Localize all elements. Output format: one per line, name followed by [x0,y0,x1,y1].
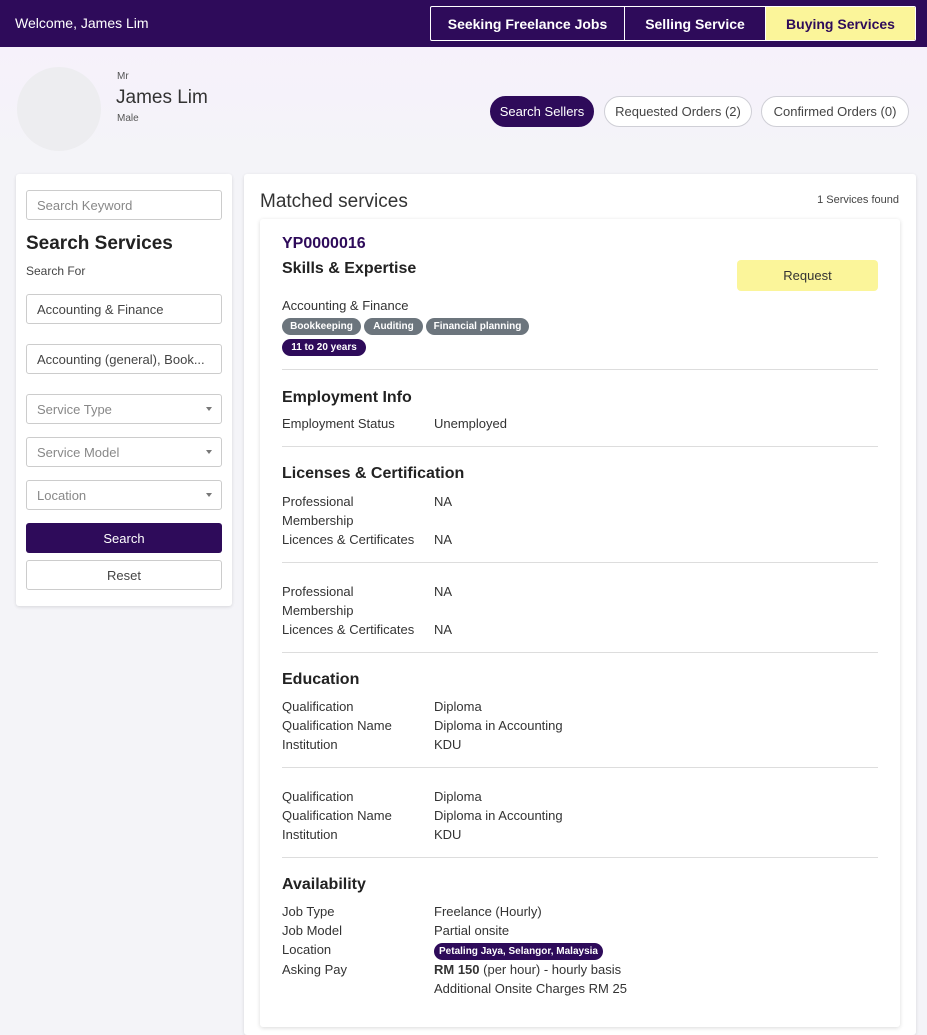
location-placeholder: Location [37,487,87,503]
avatar [17,67,101,151]
service-model-placeholder: Service Model [37,444,120,460]
qualification-label: Qualification [282,699,354,714]
search-sidebar: Search Services Search For Accounting & … [16,174,232,606]
qualification-name-value: Diploma in Accounting [434,808,563,823]
location-select[interactable]: Location [26,480,222,510]
mode-seeking-freelance-jobs[interactable]: Seeking Freelance Jobs [431,7,625,40]
membership-value: NA [434,494,453,509]
qualification-name-label: Qualification Name [282,808,392,823]
pay-amount: RM 150 [434,962,480,977]
licenses-heading: Licenses & Certification [282,465,465,482]
mode-switcher: Seeking Freelance Jobs Selling Service B… [430,6,916,41]
qualification-value: Diploma [434,789,482,804]
service-model-select[interactable]: Service Model [26,437,222,467]
membership-label: Professional Membership [282,584,354,618]
mode-buying-services[interactable]: Buying Services [766,7,915,40]
employment-status-value: Unemployed [434,416,507,431]
employment-heading: Employment Info [282,389,412,406]
search-for-label: Search For [26,264,86,278]
results-panel: Matched services 1 Services found YP0000… [244,174,916,1035]
top-bar: Welcome, James Lim Seeking Freelance Job… [0,0,927,47]
service-type-select[interactable]: Service Type [26,394,222,424]
chevron-down-icon [206,450,212,454]
employment-status-label: Employment Status [282,416,395,431]
category-select[interactable]: Accounting & Finance [26,294,222,324]
asking-pay-value: RM 150 (per hour) - hourly basis [434,960,621,979]
membership-value: NA [434,584,453,599]
onsite-charges: Additional Onsite Charges RM 25 [434,981,627,996]
requested-orders-button[interactable]: Requested Orders (2) [604,96,752,127]
skill-tag: Bookkeeping [282,318,361,335]
institution-label: Institution [282,737,338,752]
location-tag: Petaling Jaya, Selangor, Malaysia [434,943,603,960]
divider [282,369,878,370]
divider [282,652,878,653]
results-title: Matched services [260,191,408,212]
availability-heading: Availability [282,876,366,893]
job-type-label: Job Type [282,904,335,919]
welcome-text: Welcome, James Lim [15,15,149,31]
search-sellers-button[interactable]: Search Sellers [490,96,594,127]
skill-tag: Financial planning [426,318,529,335]
results-count: 1 Services found [817,194,899,206]
search-button[interactable]: Search [26,523,222,553]
membership-label: Professional Membership [282,494,354,528]
profile-name: James Lim [116,87,208,108]
subcategory-select[interactable]: Accounting (general), Book... [26,344,222,374]
chevron-down-icon [206,493,212,497]
profile-gender: Male [117,113,139,124]
search-keyword-input[interactable] [37,197,211,213]
reset-button[interactable]: Reset [26,560,222,590]
certificates-value: NA [434,622,453,637]
mode-selling-service[interactable]: Selling Service [625,7,766,40]
qualification-name-value: Diploma in Accounting [434,718,563,733]
skill-tag: Auditing [364,318,423,335]
qualification-value: Diploma [434,699,482,714]
confirmed-orders-button[interactable]: Confirmed Orders (0) [761,96,909,127]
request-button[interactable]: Request [737,260,878,291]
job-model-value: Partial onsite [434,923,510,938]
certificates-label: Licences & Certificates [282,622,415,637]
divider [282,446,878,447]
skills-heading: Skills & Expertise [282,260,417,277]
job-model-label: Job Model [282,923,342,938]
profile-salutation: Mr [117,71,129,82]
pay-basis: (per hour) - hourly basis [479,962,622,977]
location-label: Location [282,942,332,957]
certificates-value: NA [434,532,453,547]
profile-header: Mr James Lim Male Search Sellers Request… [0,47,927,160]
education-heading: Education [282,671,360,688]
qualification-name-label: Qualification Name [282,718,392,733]
chevron-down-icon [206,407,212,411]
service-card: YP0000016 Skills & Expertise Request Acc… [260,219,900,1027]
subcategory-value: Accounting (general), Book... [37,351,205,367]
skill-category: Accounting & Finance [282,298,409,313]
service-id: YP0000016 [282,235,366,252]
divider [282,857,878,858]
service-type-placeholder: Service Type [37,401,112,417]
job-type-value: Freelance (Hourly) [434,904,542,919]
keyword-field [26,190,222,220]
asking-pay-label: Asking Pay [282,962,348,977]
qualification-label: Qualification [282,789,354,804]
institution-label: Institution [282,827,338,842]
experience-tag: 11 to 20 years [282,339,366,356]
category-value: Accounting & Finance [37,301,164,317]
divider [282,767,878,768]
divider [282,562,878,563]
certificates-label: Licences & Certificates [282,532,415,547]
search-services-title: Search Services [26,233,173,254]
institution-value: KDU [434,737,462,752]
institution-value: KDU [434,827,462,842]
